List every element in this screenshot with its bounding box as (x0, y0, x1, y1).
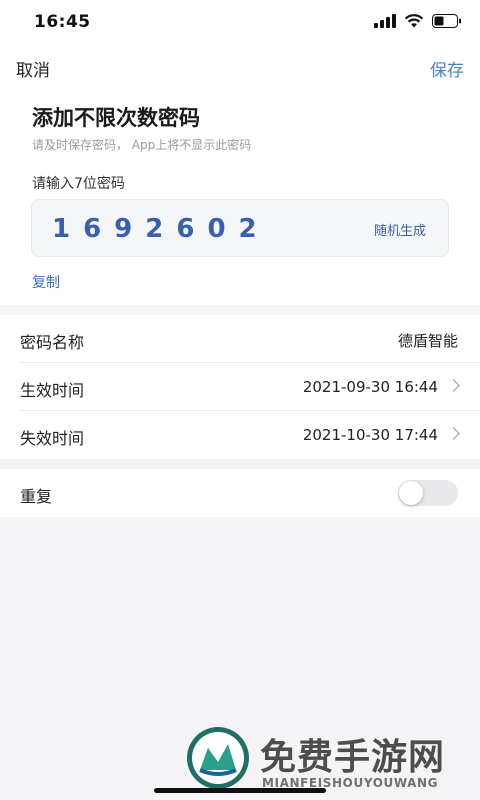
toggle-knob (399, 481, 423, 505)
repeat-label: 重复 (20, 487, 53, 506)
watermark-text: 免费手游网 (260, 737, 446, 778)
page-title: 添加不限次数密码 (32, 106, 200, 130)
cellular-signal-icon (374, 14, 396, 28)
end-time-label: 失效时间 (20, 429, 85, 448)
chevron-right-icon (447, 379, 460, 392)
password-name-value: 德盾智能 (397, 332, 458, 350)
end-time-row[interactable]: 失效时间 2021-10-30 17:44 (0, 411, 480, 459)
password-prompt: 请输入7位密码 (32, 176, 125, 192)
repeat-toggle[interactable] (398, 480, 458, 506)
status-icons (374, 14, 462, 28)
home-indicator (154, 788, 326, 793)
password-name-label: 密码名称 (20, 333, 85, 352)
wifi-icon (404, 14, 424, 28)
password-field[interactable]: 1692602 随机生成 (31, 199, 449, 257)
status-time: 16:45 (34, 12, 91, 32)
repeat-row: 重复 (0, 469, 480, 517)
status-bar: 16:45 (0, 0, 480, 44)
battery-icon (432, 14, 461, 28)
password-value[interactable]: 1692602 (52, 214, 270, 244)
start-time-row[interactable]: 生效时间 2021-09-30 16:44 (0, 363, 480, 411)
password-name-row[interactable]: 密码名称 德盾智能 (0, 315, 480, 363)
watermark-logo-icon (187, 727, 249, 789)
save-button[interactable]: 保存 (430, 56, 464, 81)
start-time-label: 生效时间 (20, 381, 85, 400)
start-time-value: 2021-09-30 16:44 (302, 378, 438, 396)
cancel-button[interactable]: 取消 (16, 56, 50, 81)
password-section: 添加不限次数密码 请及时保存密码， App上将不显示此密码 请输入7位密码 16… (0, 90, 480, 305)
details-list: 密码名称 德盾智能 生效时间 2021-09-30 16:44 失效时间 202… (0, 315, 480, 459)
random-generate-button[interactable]: 随机生成 (374, 220, 426, 239)
end-time-value: 2021-10-30 17:44 (302, 426, 438, 444)
watermark: 免费手游网 MIANFEISHOUYOUWANG (186, 726, 476, 796)
nav-bar: 取消 保存 (0, 44, 480, 90)
chevron-right-icon (447, 427, 460, 440)
page-subtitle: 请及时保存密码， App上将不显示此密码 (32, 138, 252, 152)
copy-button[interactable]: 复制 (32, 272, 60, 292)
